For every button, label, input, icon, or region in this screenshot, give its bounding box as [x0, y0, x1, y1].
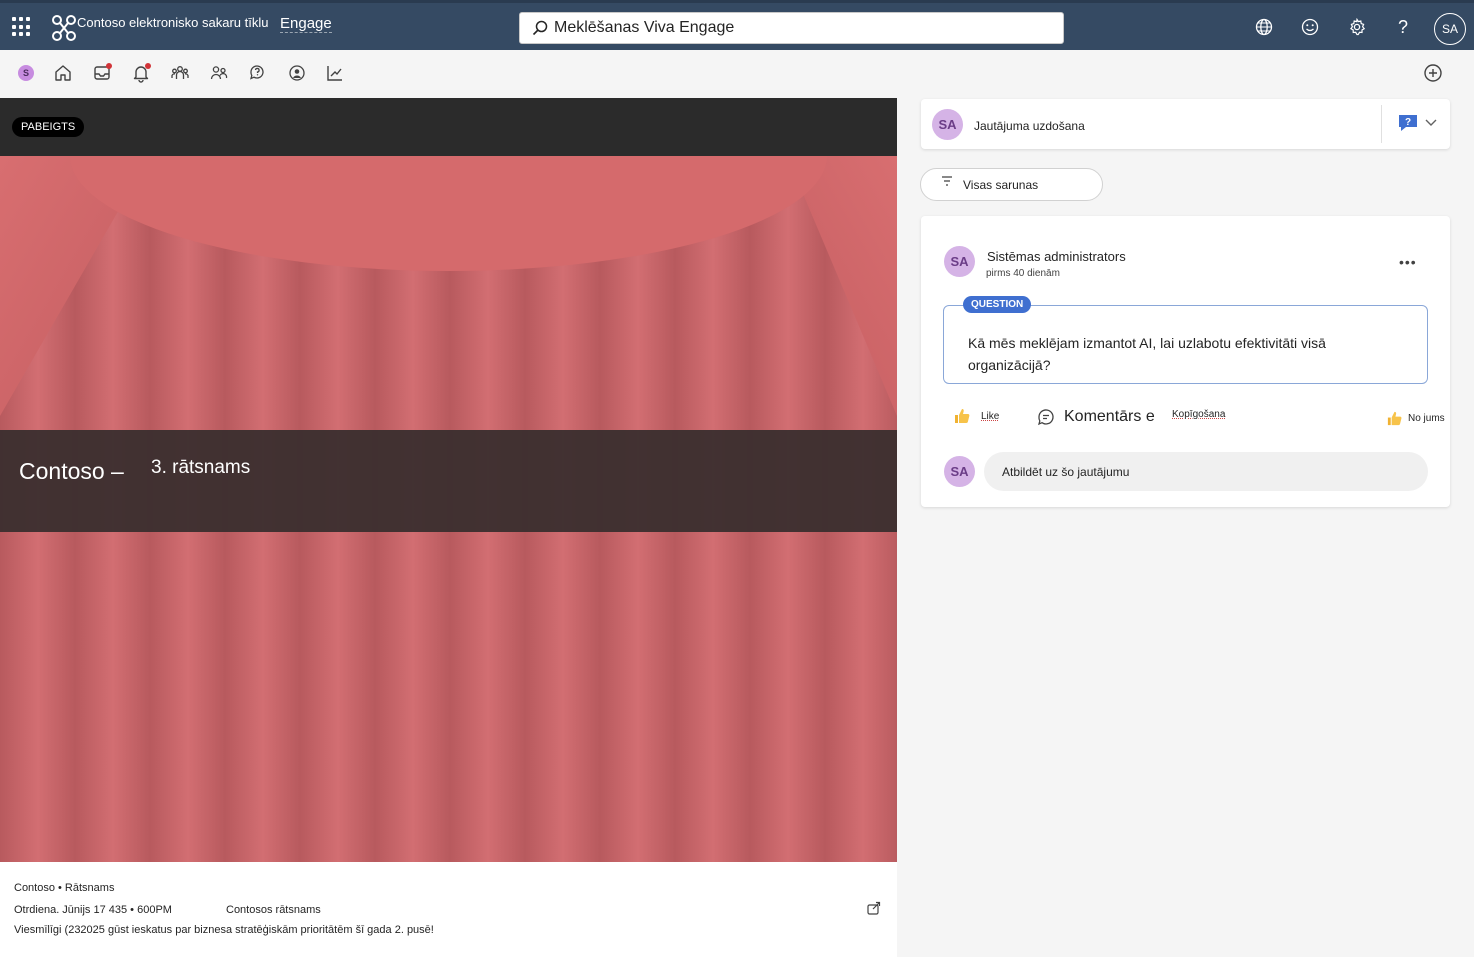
event-title-band: Contoso – 3. rātsnams	[0, 430, 897, 532]
reply-input[interactable]: Atbildēt uz šo jautājumu	[984, 452, 1428, 491]
analytics-icon[interactable]	[323, 61, 347, 85]
event-status-bar: PABEIGTS	[0, 98, 897, 156]
settings-gear-icon[interactable]	[1346, 16, 1368, 38]
smiley-feedback-icon[interactable]	[1299, 16, 1321, 38]
like-label: Like	[981, 410, 1000, 422]
event-video-player[interactable]: PABEIGTS Contoso – 3. rātsnams	[0, 98, 897, 862]
reaction-summary[interactable]: No jums	[1386, 410, 1445, 427]
svg-text:?: ?	[1405, 117, 1411, 128]
search-box[interactable]	[519, 12, 1064, 44]
community-switcher[interactable]: S	[14, 61, 38, 85]
reply-placeholder: Atbildēt uz šo jautājumu	[1002, 464, 1130, 479]
more-options-icon[interactable]: •••	[1399, 254, 1417, 270]
share-button[interactable]: Kopīgošana	[1172, 409, 1225, 420]
event-title-prefix: Contoso –	[19, 458, 124, 484]
search-icon	[532, 20, 548, 36]
storyline-icon[interactable]	[285, 61, 309, 85]
thumbs-up-reaction-icon	[1387, 411, 1402, 426]
post-timestamp[interactable]: pirms 40 dienām	[986, 268, 1060, 279]
secondary-nav: S	[0, 50, 1474, 98]
ask-question-label[interactable]: Jautājuma uzdošana	[974, 119, 1085, 133]
notifications-bell-icon[interactable]	[129, 61, 153, 85]
search-input[interactable]	[554, 19, 1034, 37]
conversation-filter[interactable]: Visas sarunas	[920, 168, 1103, 201]
inbox-unread-dot	[106, 63, 112, 69]
globe-icon[interactable]	[1253, 16, 1275, 38]
ask-question-card[interactable]: SA Jautājuma uzdošana ?	[921, 99, 1450, 149]
ask-avatar: SA	[932, 109, 963, 140]
post-author-avatar[interactable]: SA	[944, 246, 975, 277]
like-button[interactable]: Like	[953, 407, 999, 425]
create-plus-icon[interactable]	[1421, 61, 1445, 85]
event-datetime: Otrdiena. Jūnijs 17 435 • 600PM	[14, 904, 172, 916]
question-body: Kā mēs meklējam izmantot AI, lai uzlabot…	[943, 305, 1428, 384]
event-status-badge: PABEIGTS	[12, 117, 85, 137]
comment-label: Komentārs e	[1064, 408, 1155, 425]
thumbs-up-icon	[955, 409, 970, 423]
app-name[interactable]: Engage	[280, 15, 332, 33]
filter-label: Visas sarunas	[963, 177, 1039, 192]
comment-icon	[1038, 409, 1054, 426]
event-community-link[interactable]: Contosos rātsnams	[226, 904, 321, 916]
inbox-icon[interactable]	[90, 61, 114, 85]
notifications-unread-dot	[145, 63, 151, 69]
reply-avatar: SA	[944, 456, 975, 487]
event-breadcrumb[interactable]: Contoso • Rātsnams	[14, 882, 114, 894]
top-bar: Contoso elektronisko sakaru tīklu Engage…	[0, 0, 1474, 50]
app-launcher-icon[interactable]	[12, 17, 32, 37]
share-icon[interactable]	[866, 900, 882, 916]
network-logo-icon[interactable]	[52, 15, 76, 41]
people-icon[interactable]	[207, 61, 231, 85]
chevron-down-icon[interactable]	[1425, 118, 1437, 128]
network-name[interactable]: Contoso elektronisko sakaru tīklu	[77, 15, 268, 30]
comment-button[interactable]: Komentārs e	[1037, 408, 1155, 426]
filter-icon	[942, 175, 952, 186]
community-badge: S	[18, 65, 34, 81]
questions-answers-icon[interactable]	[246, 61, 270, 85]
question-text: Kā mēs meklējam izmantot AI, lai uzlabot…	[968, 335, 1326, 373]
communities-icon[interactable]	[168, 61, 192, 85]
help-icon[interactable]: ?	[1392, 16, 1414, 38]
home-icon[interactable]	[51, 61, 75, 85]
user-avatar[interactable]: SA	[1434, 13, 1466, 45]
event-description: Viesmīlīgi (232025 gūst ieskatus par biz…	[14, 924, 434, 936]
event-title: 3. rātsnams	[151, 457, 251, 478]
post-author-name[interactable]: Sistēmas administrators	[987, 249, 1126, 264]
question-post-card: SA Sistēmas administrators pirms 40 dien…	[921, 216, 1450, 507]
question-tag: QUESTION	[963, 296, 1032, 313]
reaction-label: No jums	[1408, 413, 1445, 424]
event-details: Contoso • Rātsnams Otrdiena. Jūnijs 17 4…	[0, 862, 897, 957]
question-type-icon[interactable]: ?	[1397, 113, 1419, 133]
ask-divider	[1381, 105, 1382, 143]
